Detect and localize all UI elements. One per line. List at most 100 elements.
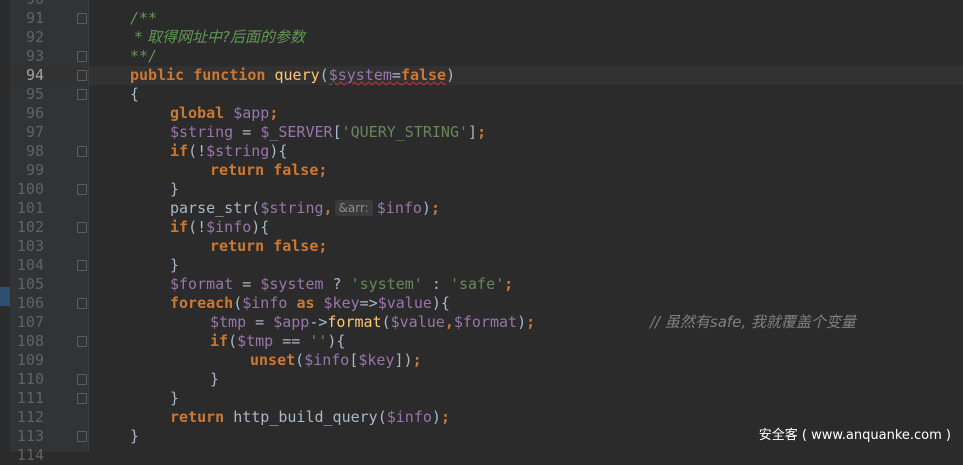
code-line-97[interactable]: $string = $_SERVER['QUERY_STRING']; [89, 123, 963, 142]
string: 'QUERY_STRING' [341, 123, 469, 141]
code-line-91[interactable]: /** [89, 9, 963, 28]
variable: $format [170, 275, 234, 293]
variable: $value [377, 294, 432, 312]
fold-icon[interactable] [77, 374, 87, 385]
keyword: return [170, 408, 225, 426]
variable: $key [358, 351, 395, 369]
gutter-row[interactable]: 103 [10, 237, 88, 256]
fold-icon[interactable] [77, 89, 87, 100]
gutter-row[interactable]: 94 [10, 66, 88, 85]
keyword: foreach [170, 294, 234, 312]
code-area[interactable]: /** * 取得网址中?后面的参数 **/ public function qu… [89, 0, 963, 452]
variable: $info [206, 218, 252, 236]
code-line-106[interactable]: foreach($info as $key=>$value){ [89, 294, 963, 313]
keyword: return [210, 237, 265, 255]
fold-icon[interactable] [77, 184, 87, 195]
variable: $tmp [237, 332, 274, 350]
gutter-row[interactable]: 113 [10, 427, 88, 446]
code-line-109[interactable]: unset($info[$key]); [89, 351, 963, 370]
gutter-row[interactable]: 93 [10, 47, 88, 66]
code-line-103[interactable]: return false; [89, 237, 963, 256]
gutter-row[interactable]: 112 [10, 408, 88, 427]
code-line-101[interactable]: parse_str($string, &arr: $info); [89, 199, 963, 218]
gutter-row[interactable]: 102 [10, 218, 88, 237]
fold-icon[interactable] [77, 70, 87, 81]
fold-icon[interactable] [77, 393, 87, 404]
fold-icon[interactable] [77, 13, 87, 24]
function-name: query [274, 66, 320, 84]
keyword: if [170, 218, 189, 236]
line-number: 104 [16, 256, 44, 274]
line-number: 97 [25, 123, 44, 141]
code-line-93[interactable]: **/ [89, 47, 963, 66]
line-number: 92 [25, 28, 44, 46]
gutter-row[interactable]: 111 [10, 389, 88, 408]
gutter-row[interactable]: 100 [10, 180, 88, 199]
function-call: http_build_query [233, 408, 378, 426]
code-line-99[interactable]: return false; [89, 161, 963, 180]
code-line-104[interactable]: } [89, 256, 963, 275]
gutter-row[interactable]: 91 [10, 9, 88, 28]
line-number: 107 [16, 313, 44, 331]
fold-icon[interactable] [77, 336, 87, 347]
fold-icon[interactable] [77, 298, 87, 309]
code-line-102[interactable]: if(!$info){ [89, 218, 963, 237]
code-line-108[interactable]: if($tmp == ''){ [89, 332, 963, 351]
gutter-row[interactable]: 107 [10, 313, 88, 332]
string: 'system' [350, 275, 423, 293]
brace: } [210, 370, 220, 388]
line-number: 112 [16, 408, 44, 426]
code-line-105[interactable]: $format = $system ? 'system' : 'safe'; [89, 275, 963, 294]
fold-icon[interactable] [77, 146, 87, 157]
gutter-row[interactable]: 97 [10, 123, 88, 142]
variable: $format [453, 313, 518, 331]
code-line-100[interactable]: } [89, 180, 963, 199]
gutter-row[interactable]: 101 [10, 199, 88, 218]
gutter-row[interactable]: 108 [10, 332, 88, 351]
gutter-row[interactable]: 110 [10, 370, 88, 389]
brace: } [170, 180, 180, 198]
line-number: 113 [16, 427, 44, 445]
gutter-row[interactable]: 106 [10, 294, 88, 313]
change-marker [0, 287, 10, 306]
fold-icon[interactable] [77, 222, 87, 233]
line-number: 106 [16, 294, 44, 312]
code-line-107[interactable]: $tmp = $app->format($value,$format); // … [89, 313, 963, 332]
code-line-111[interactable]: } [89, 389, 963, 408]
fold-icon[interactable] [77, 260, 87, 271]
variable: $tmp [210, 313, 247, 331]
gutter-row[interactable]: 90 [10, 0, 88, 9]
variable: $string [170, 123, 234, 141]
doc-comment: * 取得网址中?后面的参数 [130, 28, 305, 46]
code-editor[interactable]: 9091929394959697989910010110210310410510… [0, 0, 963, 464]
code-line-96[interactable]: global $app; [89, 104, 963, 123]
parameter: $system [328, 66, 392, 84]
gutter-row[interactable]: 92 [10, 28, 88, 47]
code-line-98[interactable]: if(!$string){ [89, 142, 963, 161]
operator: = [233, 123, 261, 141]
gutter-row[interactable]: 104 [10, 256, 88, 275]
line-number: 102 [16, 218, 44, 236]
gutter-row[interactable]: 99 [10, 161, 88, 180]
line-number: 94 [25, 66, 44, 84]
code-line-110[interactable]: } [89, 370, 963, 389]
gutter-row[interactable]: 98 [10, 142, 88, 161]
keyword: if [170, 142, 189, 160]
gutter-row[interactable]: 109 [10, 351, 88, 370]
code-line-95[interactable]: { [89, 85, 963, 104]
line-number-gutter[interactable]: 9091929394959697989910010110210310410510… [10, 0, 89, 464]
fold-icon[interactable] [77, 51, 87, 62]
variable: $info [242, 294, 288, 312]
code-line-92[interactable]: * 取得网址中?后面的参数 [89, 28, 963, 47]
gutter-row[interactable]: 96 [10, 104, 88, 123]
variable: $system [260, 275, 324, 293]
gutter-row[interactable]: 105 [10, 275, 88, 294]
fold-icon[interactable] [77, 431, 87, 442]
gutter-row[interactable]: 114 [10, 446, 88, 465]
code-line-94[interactable]: public function query($system=false) [89, 66, 963, 85]
keyword: global [170, 104, 225, 122]
gutter-row[interactable]: 95 [10, 85, 88, 104]
line-number: 96 [25, 104, 44, 122]
parameter-hint: &arr: [334, 200, 373, 216]
line-number: 98 [25, 142, 44, 160]
